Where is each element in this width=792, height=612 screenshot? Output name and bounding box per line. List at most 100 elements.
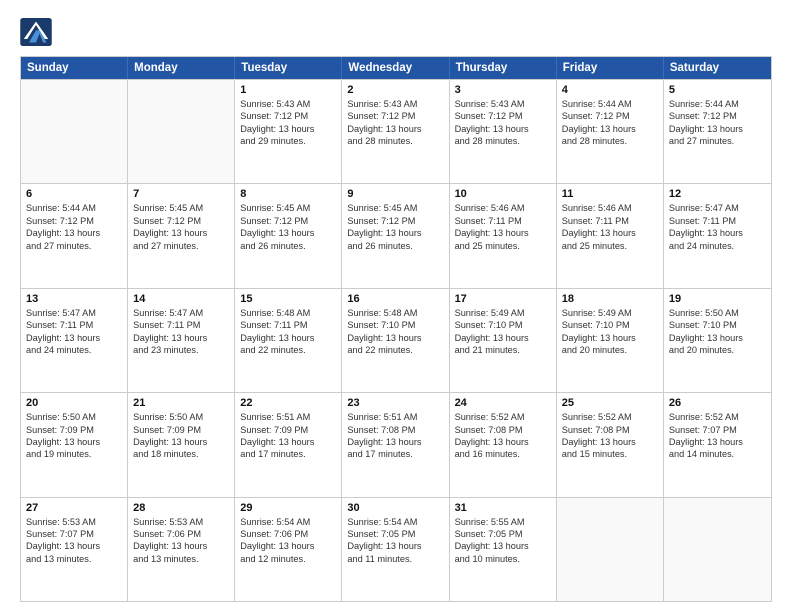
calendar-row: 13Sunrise: 5:47 AMSunset: 7:11 PMDayligh… (21, 288, 771, 392)
calendar-cell: 30Sunrise: 5:54 AMSunset: 7:05 PMDayligh… (342, 498, 449, 601)
cell-line: Daylight: 13 hours (133, 540, 229, 552)
cell-line: Daylight: 13 hours (455, 540, 551, 552)
cell-line: Sunrise: 5:52 AM (669, 411, 766, 423)
day-number: 9 (347, 188, 443, 200)
calendar-cell: 5Sunrise: 5:44 AMSunset: 7:12 PMDaylight… (664, 80, 771, 183)
day-number: 1 (240, 84, 336, 96)
cell-line: Sunset: 7:10 PM (455, 319, 551, 331)
cell-line: Sunrise: 5:53 AM (133, 516, 229, 528)
logo-icon (20, 18, 52, 46)
day-number: 2 (347, 84, 443, 96)
cell-line: and 20 minutes. (669, 344, 766, 356)
cell-line: Sunset: 7:12 PM (562, 110, 658, 122)
page: SundayMondayTuesdayWednesdayThursdayFrid… (0, 0, 792, 612)
cell-line: and 11 minutes. (347, 553, 443, 565)
weekday-header: Friday (557, 57, 664, 79)
day-number: 14 (133, 293, 229, 305)
calendar-row: 6Sunrise: 5:44 AMSunset: 7:12 PMDaylight… (21, 183, 771, 287)
cell-line: and 29 minutes. (240, 135, 336, 147)
cell-line: Sunset: 7:07 PM (669, 424, 766, 436)
cell-line: Sunset: 7:11 PM (26, 319, 122, 331)
cell-line: and 15 minutes. (562, 448, 658, 460)
cell-line: Sunset: 7:12 PM (347, 215, 443, 227)
cell-line: Sunrise: 5:47 AM (669, 202, 766, 214)
cell-line: Daylight: 13 hours (669, 227, 766, 239)
day-number: 27 (26, 502, 122, 514)
day-number: 24 (455, 397, 551, 409)
cell-line: Sunset: 7:12 PM (133, 215, 229, 227)
cell-line: and 23 minutes. (133, 344, 229, 356)
calendar-cell (21, 80, 128, 183)
calendar-header: SundayMondayTuesdayWednesdayThursdayFrid… (21, 57, 771, 79)
cell-line: Daylight: 13 hours (562, 332, 658, 344)
calendar-cell: 8Sunrise: 5:45 AMSunset: 7:12 PMDaylight… (235, 184, 342, 287)
cell-line: Sunrise: 5:43 AM (455, 98, 551, 110)
calendar-cell: 3Sunrise: 5:43 AMSunset: 7:12 PMDaylight… (450, 80, 557, 183)
day-number: 12 (669, 188, 766, 200)
cell-line: Daylight: 13 hours (240, 332, 336, 344)
header (20, 18, 772, 46)
calendar-cell: 13Sunrise: 5:47 AMSunset: 7:11 PMDayligh… (21, 289, 128, 392)
cell-line: Daylight: 13 hours (240, 227, 336, 239)
day-number: 20 (26, 397, 122, 409)
cell-line: Sunrise: 5:43 AM (347, 98, 443, 110)
cell-line: Sunrise: 5:50 AM (669, 307, 766, 319)
cell-line: Sunrise: 5:46 AM (455, 202, 551, 214)
day-number: 30 (347, 502, 443, 514)
calendar-cell (664, 498, 771, 601)
cell-line: and 25 minutes. (455, 240, 551, 252)
day-number: 8 (240, 188, 336, 200)
cell-line: and 28 minutes. (347, 135, 443, 147)
cell-line: Sunset: 7:11 PM (240, 319, 336, 331)
cell-line: and 27 minutes. (26, 240, 122, 252)
cell-line: and 24 minutes. (26, 344, 122, 356)
cell-line: and 16 minutes. (455, 448, 551, 460)
weekday-header: Sunday (21, 57, 128, 79)
calendar-cell: 10Sunrise: 5:46 AMSunset: 7:11 PMDayligh… (450, 184, 557, 287)
calendar-row: 1Sunrise: 5:43 AMSunset: 7:12 PMDaylight… (21, 79, 771, 183)
day-number: 15 (240, 293, 336, 305)
cell-line: Sunset: 7:07 PM (26, 528, 122, 540)
calendar-cell: 4Sunrise: 5:44 AMSunset: 7:12 PMDaylight… (557, 80, 664, 183)
day-number: 17 (455, 293, 551, 305)
cell-line: Daylight: 13 hours (455, 123, 551, 135)
day-number: 29 (240, 502, 336, 514)
day-number: 25 (562, 397, 658, 409)
weekday-header: Monday (128, 57, 235, 79)
calendar-cell: 22Sunrise: 5:51 AMSunset: 7:09 PMDayligh… (235, 393, 342, 496)
cell-line: Daylight: 13 hours (455, 436, 551, 448)
calendar-cell: 29Sunrise: 5:54 AMSunset: 7:06 PMDayligh… (235, 498, 342, 601)
cell-line: and 10 minutes. (455, 553, 551, 565)
calendar-cell: 1Sunrise: 5:43 AMSunset: 7:12 PMDaylight… (235, 80, 342, 183)
cell-line: and 27 minutes. (669, 135, 766, 147)
calendar-cell: 26Sunrise: 5:52 AMSunset: 7:07 PMDayligh… (664, 393, 771, 496)
cell-line: Sunset: 7:12 PM (240, 110, 336, 122)
cell-line: Daylight: 13 hours (240, 123, 336, 135)
calendar-cell: 15Sunrise: 5:48 AMSunset: 7:11 PMDayligh… (235, 289, 342, 392)
day-number: 28 (133, 502, 229, 514)
calendar-body: 1Sunrise: 5:43 AMSunset: 7:12 PMDaylight… (21, 79, 771, 601)
weekday-header: Saturday (664, 57, 771, 79)
cell-line: Daylight: 13 hours (669, 332, 766, 344)
cell-line: Daylight: 13 hours (26, 540, 122, 552)
day-number: 4 (562, 84, 658, 96)
cell-line: and 26 minutes. (347, 240, 443, 252)
cell-line: Sunrise: 5:45 AM (347, 202, 443, 214)
calendar-cell: 20Sunrise: 5:50 AMSunset: 7:09 PMDayligh… (21, 393, 128, 496)
cell-line: Sunset: 7:09 PM (240, 424, 336, 436)
cell-line: Sunset: 7:09 PM (133, 424, 229, 436)
cell-line: Sunset: 7:05 PM (455, 528, 551, 540)
cell-line: Sunset: 7:11 PM (562, 215, 658, 227)
day-number: 13 (26, 293, 122, 305)
cell-line: Daylight: 13 hours (240, 436, 336, 448)
cell-line: Daylight: 13 hours (133, 332, 229, 344)
calendar-cell: 21Sunrise: 5:50 AMSunset: 7:09 PMDayligh… (128, 393, 235, 496)
cell-line: and 25 minutes. (562, 240, 658, 252)
calendar-cell: 25Sunrise: 5:52 AMSunset: 7:08 PMDayligh… (557, 393, 664, 496)
calendar-cell: 17Sunrise: 5:49 AMSunset: 7:10 PMDayligh… (450, 289, 557, 392)
cell-line: Sunset: 7:06 PM (240, 528, 336, 540)
calendar-cell: 11Sunrise: 5:46 AMSunset: 7:11 PMDayligh… (557, 184, 664, 287)
calendar-cell: 31Sunrise: 5:55 AMSunset: 7:05 PMDayligh… (450, 498, 557, 601)
logo (20, 18, 56, 46)
day-number: 22 (240, 397, 336, 409)
